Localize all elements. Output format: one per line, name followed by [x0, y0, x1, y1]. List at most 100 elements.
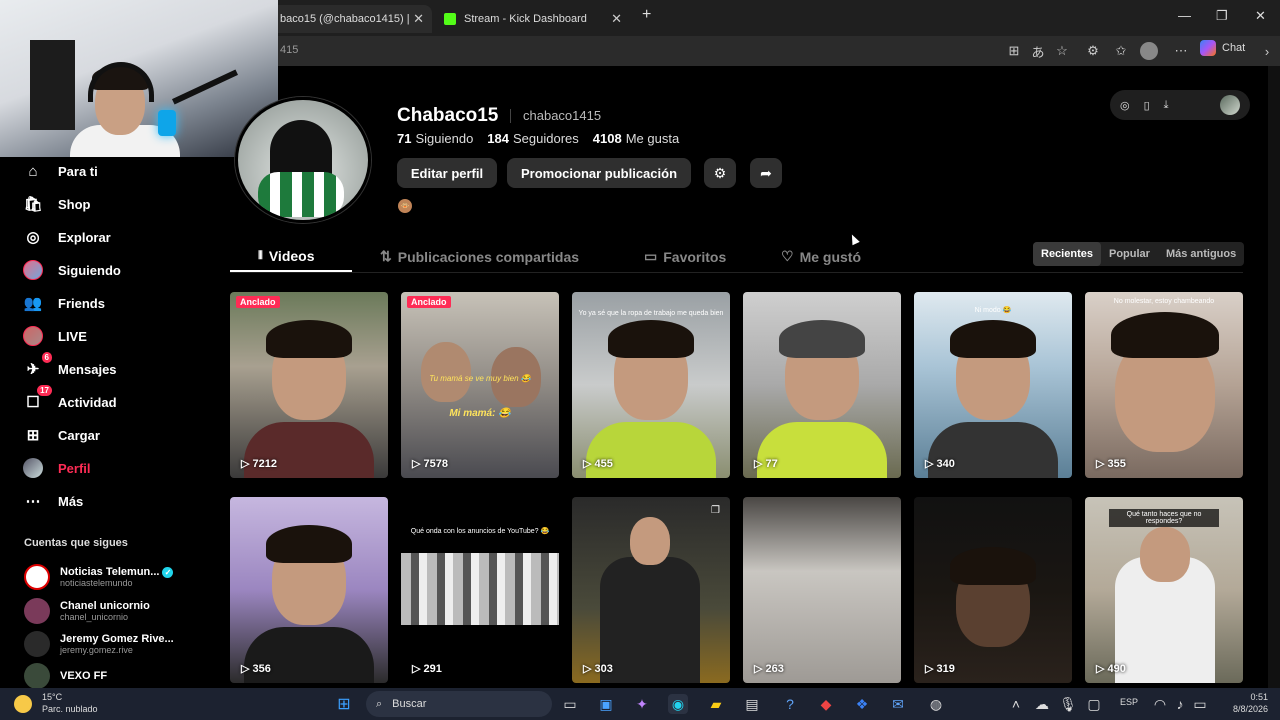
video-thumbnail[interactable]: Qué onda con los anuncios de YouTube? 😂 … — [401, 497, 559, 683]
url-field[interactable]: 415 — [280, 44, 298, 56]
video-thumbnail[interactable]: Qué tanto haces que no respondes? ▷ 490 — [1085, 497, 1243, 683]
chat-label: Chat — [1222, 42, 1246, 54]
maximize-icon[interactable]: ❐ — [1216, 8, 1228, 24]
video-thumbnail[interactable]: No molestar, estoy chambeando ▷ 355 — [1085, 292, 1243, 478]
clock[interactable]: 0:51 8/8/2026 — [1210, 691, 1268, 715]
tab-tiktok[interactable]: baco15 (@chabaco1415) | Tik ✕ — [270, 5, 432, 33]
view-count: ▷ 455 — [583, 458, 613, 470]
taskbar-search[interactable]: ⌕ Buscar — [366, 691, 552, 717]
sort-popular[interactable]: Popular — [1101, 242, 1158, 266]
app-icon[interactable]: ▣ — [596, 694, 616, 714]
antivirus-icon[interactable]: ◆ — [816, 694, 836, 714]
close-tab-icon[interactable]: ✕ — [611, 11, 622, 27]
avatar[interactable] — [1220, 95, 1240, 115]
extensions-icon[interactable]: ⚙ — [1084, 42, 1102, 60]
outlook-icon[interactable]: ✉ — [888, 694, 908, 714]
microphone-icon[interactable]: 🎙 — [1058, 694, 1078, 714]
sidebar-item-siguiendo[interactable]: Siguiendo — [22, 259, 121, 281]
edge-icon[interactable]: ◉ — [668, 694, 688, 714]
video-thumbnail[interactable]: Anclado Tu mamá se ve muy bien 😂 Mi mamá… — [401, 292, 559, 478]
compass-icon[interactable]: ◎ — [1120, 99, 1130, 112]
followers-stat[interactable]: 184 Seguidores — [487, 131, 578, 146]
favorites-icon[interactable]: ✩ — [1112, 42, 1130, 60]
share-icon[interactable]: ➦ — [750, 158, 782, 188]
file-explorer-icon[interactable]: ▰ — [706, 694, 726, 714]
video-thumbnail[interactable]: ▷ 263 — [743, 497, 901, 683]
sort-oldest[interactable]: Más antiguos — [1158, 242, 1244, 266]
tab-label: Me gustó — [799, 248, 862, 265]
sidebar-item-cargar[interactable]: ⊞ Cargar — [22, 424, 100, 446]
sort-recent[interactable]: Recientes — [1033, 242, 1101, 266]
device-icon[interactable]: ▢ — [1084, 694, 1104, 714]
sidebar-item-para-ti[interactable]: ⌂ Para ti — [22, 160, 97, 182]
promote-button[interactable]: Promocionar publicación — [507, 158, 691, 188]
download-icon[interactable]: ⤓ — [1164, 99, 1169, 112]
volume-icon[interactable]: ♪ — [1170, 694, 1190, 714]
star-icon[interactable]: ☆ — [1053, 42, 1071, 60]
following-account[interactable]: Noticias Telemun... ✓ noticiastelemundo — [24, 564, 174, 590]
wifi-icon[interactable]: ◠ — [1150, 694, 1170, 714]
video-thumbnail[interactable]: Yo ya sé que la ropa de trabajo me queda… — [572, 292, 730, 478]
battery-icon[interactable]: ▭ — [1190, 694, 1210, 714]
apps-icon[interactable]: ⊞ — [1005, 42, 1023, 60]
sidebar-item-label: Actividad — [58, 394, 117, 410]
close-tab-icon[interactable]: ✕ — [413, 11, 424, 27]
video-thumbnail[interactable]: Anclado ▷ 7212 — [230, 292, 388, 478]
view-count: ▷ 490 — [1096, 663, 1126, 675]
close-window-icon[interactable]: ✕ — [1255, 8, 1266, 24]
video-thumbnail[interactable]: ❐ ▷ 303 — [572, 497, 730, 683]
tab-videos[interactable]: ⦀ Videos — [258, 248, 315, 264]
language-indicator[interactable]: ESP — [1120, 697, 1138, 707]
activity-icon: ☐ 17 — [22, 385, 52, 413]
phone-icon[interactable]: ▯ — [1144, 99, 1150, 112]
video-thumbnail[interactable]: Ni modo 😂 ▷ 340 — [914, 292, 1072, 478]
page-scrollbar[interactable] — [1268, 66, 1280, 688]
video-caption: Qué tanto haces que no respondes? — [1109, 509, 1219, 527]
sidebar-item-mensajes[interactable]: ✈ 6 Mensajes — [22, 352, 117, 380]
sidebar-toggle-icon[interactable]: › — [1258, 42, 1276, 60]
copilot-chat-button[interactable]: Chat — [1200, 40, 1245, 56]
following-account[interactable]: VEXO FF — [24, 663, 107, 689]
task-view-icon[interactable]: ▭ — [560, 694, 580, 714]
help-icon[interactable]: ? — [780, 694, 800, 714]
following-account[interactable]: Chanel unicornio chanel_unicornio — [24, 598, 150, 624]
video-thumbnail[interactable]: ▷ 356 — [230, 497, 388, 683]
messages-badge: 6 — [41, 352, 52, 363]
sidebar-item-live[interactable]: LIVE — [22, 325, 87, 347]
store-icon[interactable]: ▤ — [742, 694, 762, 714]
profile-icon[interactable] — [1140, 42, 1158, 60]
sidebar-item-perfil[interactable]: Perfil — [22, 457, 91, 479]
sidebar-item-mas[interactable]: ⋯ Más — [22, 490, 84, 512]
upload-icon: ⊞ — [26, 427, 40, 444]
view-count: ▷ 356 — [241, 663, 271, 675]
tab-shared-posts[interactable]: ⇅ Publicaciones compartidas — [380, 248, 579, 265]
new-tab-button[interactable]: + — [642, 6, 651, 24]
sidebar-item-explorar[interactable]: ◎ Explorar — [22, 226, 110, 248]
windows-start-icon[interactable]: ⊞ — [334, 694, 354, 714]
messages-icon: ✈ 6 — [22, 352, 52, 380]
copilot-icon[interactable]: ✦ — [632, 694, 652, 714]
thumb-hair — [950, 320, 1036, 358]
dropbox-icon[interactable]: ❖ — [852, 694, 872, 714]
tab-liked[interactable]: ♡ Me gustó — [781, 248, 861, 265]
translate-icon[interactable]: あ — [1029, 42, 1047, 60]
settings-gear-icon[interactable]: ⚙ — [704, 158, 736, 188]
tab-favorites[interactable]: ▭ Favoritos — [644, 248, 726, 265]
following-stat[interactable]: 71 Siguiendo — [397, 131, 473, 146]
cloud-icon[interactable]: ☁ — [1032, 694, 1052, 714]
video-thumbnail[interactable]: ▷ 77 — [743, 292, 901, 478]
shop-icon: 🛍 — [23, 196, 43, 213]
sidebar-item-friends[interactable]: 👥 Friends — [22, 292, 105, 314]
chevron-up-icon[interactable]: ˄ — [1006, 694, 1026, 714]
app-icon[interactable]: ◍ — [926, 694, 946, 714]
edit-profile-button[interactable]: Editar perfil — [397, 158, 497, 188]
menu-icon[interactable]: ⋯ — [1172, 42, 1190, 60]
sidebar-item-label: Friends — [58, 295, 105, 311]
following-account[interactable]: Jeremy Gomez Rive... jeremy.gomez.rive — [24, 631, 174, 657]
sidebar-item-shop[interactable]: 🛍 Shop — [22, 193, 90, 215]
minimize-icon[interactable]: — — [1178, 8, 1191, 23]
video-thumbnail[interactable]: ▷ 319 — [914, 497, 1072, 683]
tab-kick[interactable]: Stream - Kick Dashboard ✕ — [434, 5, 630, 33]
tab-label: Videos — [268, 248, 315, 264]
sidebar-item-actividad[interactable]: ☐ 17 Actividad — [22, 385, 117, 413]
